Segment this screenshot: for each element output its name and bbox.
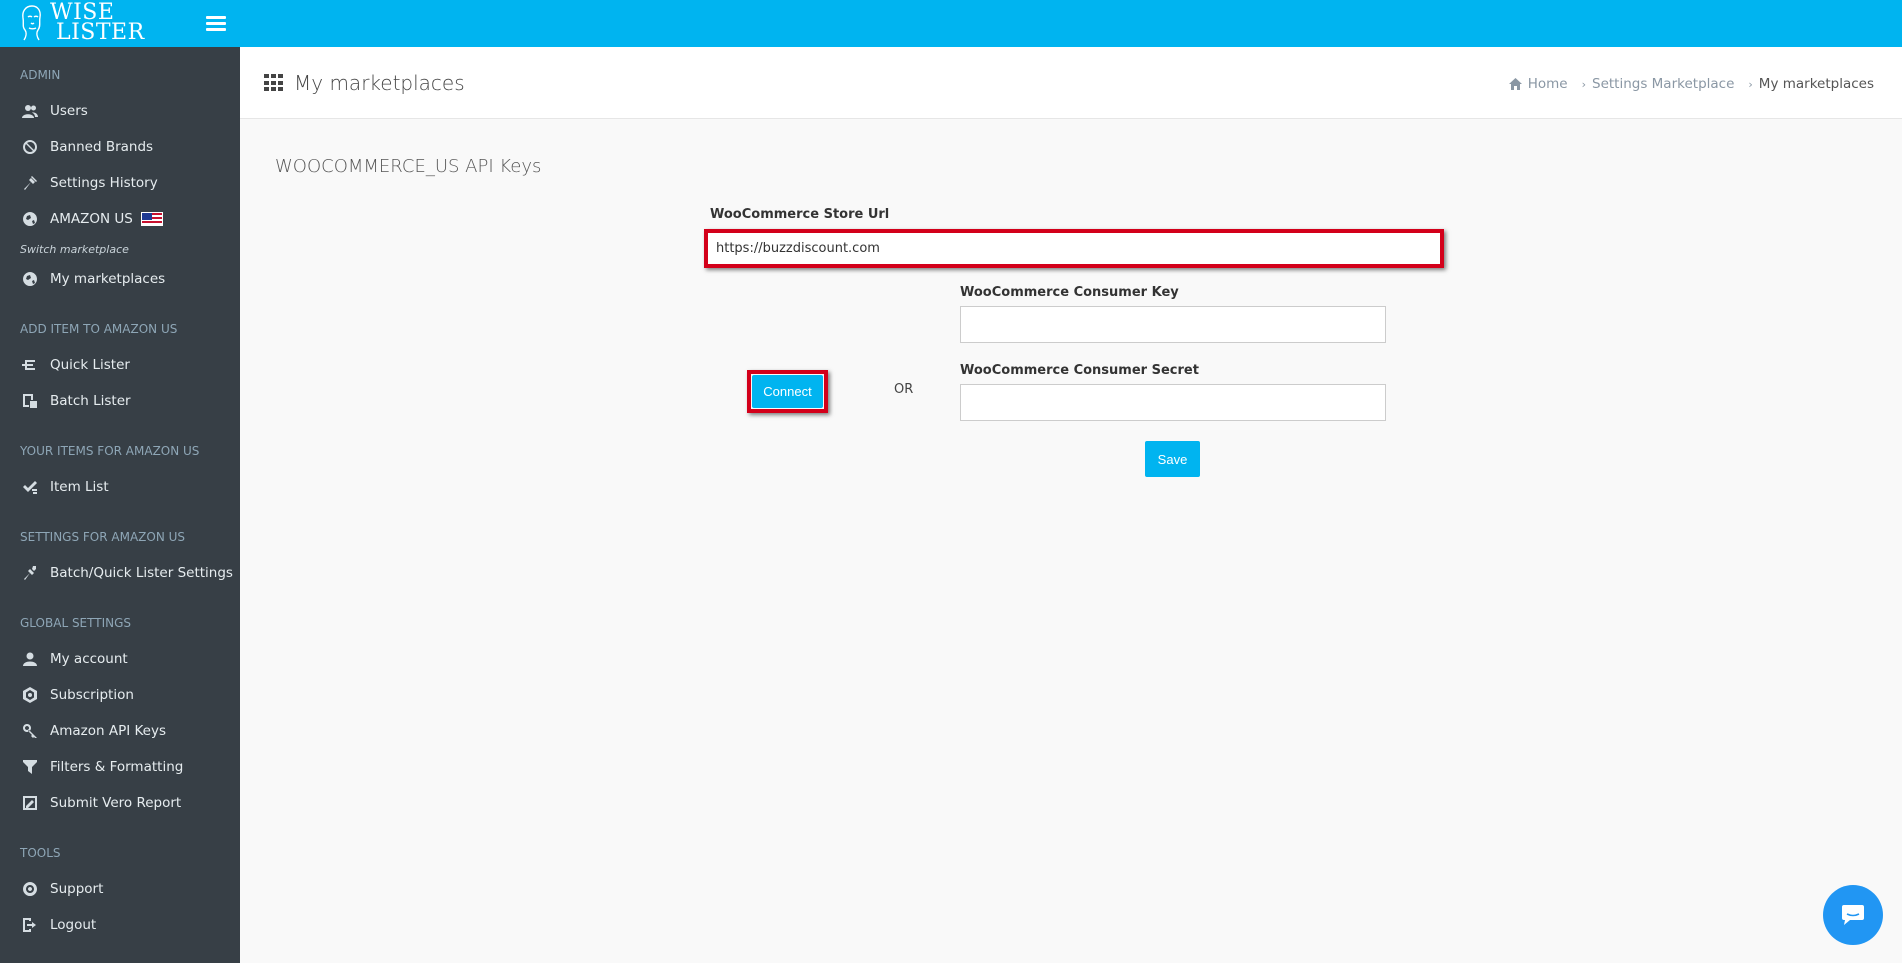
save-button[interactable]: Save bbox=[1145, 441, 1200, 477]
sidebar-item-batch-lister[interactable]: Batch Lister bbox=[0, 383, 240, 419]
history-icon bbox=[20, 175, 40, 191]
users-icon bbox=[20, 103, 40, 119]
sidebar-item-quick-lister[interactable]: Quick Lister bbox=[0, 347, 240, 383]
page-header: My marketplaces Home › Settings Marketpl… bbox=[240, 47, 1902, 119]
report-icon bbox=[20, 795, 40, 811]
or-label: OR bbox=[894, 382, 914, 397]
chat-widget-button[interactable] bbox=[1823, 885, 1883, 945]
breadcrumb: Home › Settings Marketplace › My marketp… bbox=[1508, 76, 1874, 92]
globe-icon bbox=[20, 211, 40, 227]
page-title-text: My marketplaces bbox=[294, 71, 465, 95]
chevron-right-icon: › bbox=[1581, 77, 1586, 91]
page-title: My marketplaces bbox=[264, 71, 465, 95]
sidebar-item-label: Subscription bbox=[50, 687, 134, 703]
sidebar-item-subscription[interactable]: Subscription bbox=[0, 677, 240, 713]
us-flag-icon bbox=[140, 212, 163, 226]
consumer-key-label: WooCommerce Consumer Key bbox=[960, 285, 1179, 300]
logo-line-2: LISTER bbox=[56, 20, 145, 45]
subscription-icon bbox=[20, 687, 40, 703]
sidebar-item-label: Amazon API Keys bbox=[50, 723, 167, 739]
quick-lister-icon bbox=[20, 357, 40, 373]
sidebar-item-my-marketplaces[interactable]: My marketplaces bbox=[0, 261, 240, 297]
consumer-key-input[interactable] bbox=[960, 306, 1386, 343]
sidebar-section-add-item: ADD ITEM TO AMAZON US bbox=[20, 322, 178, 336]
breadcrumb-settings-marketplace[interactable]: Settings Marketplace bbox=[1592, 76, 1734, 92]
sidebar-section-admin: ADMIN bbox=[20, 68, 61, 82]
sidebar-item-label: Batch Lister bbox=[50, 393, 131, 409]
logout-icon bbox=[20, 917, 40, 933]
logo[interactable]: WISE LISTER bbox=[16, 2, 145, 44]
tools-icon bbox=[20, 565, 40, 581]
sidebar-item-submit-vero-report[interactable]: Submit Vero Report bbox=[0, 785, 240, 821]
sidebar-item-label: AMAZON US bbox=[50, 211, 133, 227]
home-icon bbox=[1508, 78, 1522, 90]
sidebar-item-label: My account bbox=[50, 651, 128, 667]
sidebar-item-my-account[interactable]: My account bbox=[0, 641, 240, 677]
store-url-input[interactable] bbox=[708, 233, 1440, 264]
logo-text: WISE LISTER bbox=[50, 2, 145, 45]
chat-icon bbox=[1842, 905, 1864, 925]
menu-toggle-icon[interactable] bbox=[206, 13, 226, 33]
switch-marketplace-label: Switch marketplace bbox=[20, 242, 129, 256]
sidebar-item-label: Logout bbox=[50, 917, 97, 933]
top-bar: WISE LISTER bbox=[0, 0, 1902, 47]
sidebar-item-amazon-api-keys[interactable]: Amazon API Keys bbox=[0, 713, 240, 749]
sidebar-item-label: My marketplaces bbox=[50, 271, 166, 287]
sidebar-item-banned-brands[interactable]: Banned Brands bbox=[0, 129, 240, 165]
sidebar-item-filters-formatting[interactable]: Filters & Formatting bbox=[0, 749, 240, 785]
sidebar-item-logout[interactable]: Logout bbox=[0, 907, 240, 943]
connect-button[interactable]: Connect bbox=[752, 375, 823, 408]
sidebar-item-label: Item List bbox=[50, 479, 109, 495]
section-title: WOOCOMMERCE_US API Keys bbox=[275, 156, 542, 177]
sidebar-item-label: Banned Brands bbox=[50, 139, 154, 155]
store-url-label: WooCommerce Store Url bbox=[710, 207, 890, 222]
sidebar-item-label: Users bbox=[50, 103, 88, 119]
sidebar-item-label: Quick Lister bbox=[50, 357, 130, 373]
grid-icon bbox=[264, 74, 284, 92]
sidebar-item-batch-quick-settings[interactable]: Batch/Quick Lister Settings bbox=[0, 555, 240, 591]
sidebar-item-users[interactable]: Users bbox=[0, 93, 240, 129]
ban-icon bbox=[20, 139, 40, 155]
sidebar-section-tools: TOOLS bbox=[20, 846, 61, 860]
sidebar-item-label: Support bbox=[50, 881, 104, 897]
sidebar-item-label: Submit Vero Report bbox=[50, 795, 182, 811]
sidebar-item-settings-history[interactable]: Settings History bbox=[0, 165, 240, 201]
sidebar-section-your-items: YOUR ITEMS FOR AMAZON US bbox=[20, 444, 200, 458]
batch-lister-icon bbox=[20, 393, 40, 409]
consumer-secret-label: WooCommerce Consumer Secret bbox=[960, 363, 1199, 378]
lifebuoy-icon bbox=[20, 881, 40, 897]
sidebar-item-label: Batch/Quick Lister Settings bbox=[50, 565, 233, 581]
sidebar-item-label: Settings History bbox=[50, 175, 158, 191]
consumer-secret-input[interactable] bbox=[960, 384, 1386, 421]
sidebar-item-item-list[interactable]: Item List bbox=[0, 469, 240, 505]
sidebar: ADMIN Users Banned Brands Settings Histo… bbox=[0, 47, 240, 963]
sidebar-item-amazon-us[interactable]: AMAZON US bbox=[0, 201, 240, 237]
checklist-icon bbox=[20, 479, 40, 495]
globe-icon bbox=[20, 271, 40, 287]
sidebar-item-support[interactable]: Support bbox=[0, 871, 240, 907]
user-icon bbox=[20, 651, 40, 667]
sidebar-item-label: Filters & Formatting bbox=[50, 759, 184, 775]
filter-icon bbox=[20, 759, 40, 775]
breadcrumb-current: My marketplaces bbox=[1758, 76, 1874, 92]
key-icon bbox=[20, 723, 40, 739]
sidebar-section-global: GLOBAL SETTINGS bbox=[20, 616, 132, 630]
chevron-right-icon: › bbox=[1748, 77, 1753, 91]
logo-face-icon bbox=[22, 5, 41, 41]
breadcrumb-home[interactable]: Home bbox=[1528, 76, 1568, 92]
sidebar-section-settings-for: SETTINGS FOR AMAZON US bbox=[20, 530, 186, 544]
